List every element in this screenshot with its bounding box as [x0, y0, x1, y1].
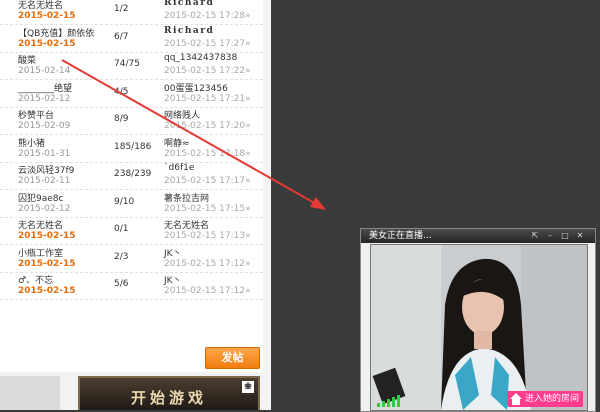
stream-person-image — [371, 245, 587, 410]
thread-title[interactable]: ♂、不忘 — [18, 273, 53, 286]
reply-count: 6/7 — [114, 31, 129, 42]
left-ad-strip — [0, 376, 60, 410]
minimize-icon[interactable]: – — [544, 229, 556, 243]
game-banner[interactable]: 开始游戏 ❀ — [78, 376, 260, 410]
thread-title[interactable]: 酸菜 — [18, 53, 36, 66]
thread-date: 2015-02-09 — [18, 121, 71, 131]
last-reply-user[interactable]: JK丶 — [164, 246, 182, 259]
reply-count: 238/239 — [114, 169, 152, 179]
last-reply-time[interactable]: 2015-02-15 17:27» — [164, 39, 251, 49]
last-reply-time[interactable]: 2015-02-15 17:13» — [164, 231, 251, 241]
last-reply-time[interactable]: 2015-02-15 17:22» — [164, 66, 251, 76]
thread-title[interactable]: 云淡风轻37f9 — [18, 163, 74, 176]
reply-count: 9/10 — [114, 196, 135, 207]
page-edge — [263, 0, 271, 410]
table-row[interactable]: ________绝望 2015-02-12 4/5 00蛋蛋123456 2015-02… — [0, 80, 263, 108]
post-button[interactable]: 发帖 — [205, 347, 260, 369]
last-reply-user[interactable]: `d6f1e — [164, 163, 194, 173]
thread-title[interactable]: 无名无姓名 — [18, 0, 63, 11]
enter-room-label: 进入她的房间 — [524, 394, 579, 404]
thread-date: 2015-01-31 — [18, 148, 71, 159]
table-row[interactable]: 无名无姓名 2015-02-15 1/2 Richard 2015-02-15 17:2… — [0, 0, 263, 25]
last-reply-user[interactable]: Richard — [164, 0, 214, 8]
last-reply-time[interactable]: 2015-02-15 17:20» — [164, 121, 251, 131]
reply-count: 0/1 — [114, 224, 129, 234]
last-reply-time[interactable]: 2015-02-15 17:12» — [164, 259, 251, 269]
last-reply-user[interactable]: qq_1342437838 — [164, 53, 237, 63]
thread-date: 2015-02-15 — [18, 231, 76, 241]
table-row[interactable]: 熊小猪 2015-01-31 185/186 啊静≈ 2015-02-15 17:18» — [0, 135, 263, 163]
close-icon[interactable]: ✕ — [574, 229, 586, 243]
thread-title[interactable]: 熊小猪 — [18, 136, 45, 149]
banner-text: 开始游戏 — [130, 389, 207, 407]
thread-title[interactable]: 囚犯9ae8c — [18, 191, 63, 204]
table-row[interactable]: 小瓶工作室 2015-02-15 2/3 JK丶 2015-02-15 17:12» — [0, 245, 263, 273]
thread-date: 2015-02-15 — [18, 38, 76, 49]
thread-date: 2015-02-15 — [18, 11, 76, 21]
thread-date: 2015-02-15 — [18, 286, 76, 296]
last-reply-time[interactable]: 2015-02-15 17:17» — [164, 176, 251, 186]
last-reply-time[interactable]: 2015-02-15 17:28» — [164, 11, 251, 21]
last-reply-time[interactable]: 2015-02-15 17:21» — [164, 94, 251, 104]
table-row[interactable]: 秒赞平台 2015-02-09 8/9 网络贱人 2015-02-15 17:20» — [0, 107, 263, 135]
table-row[interactable]: 囚犯9ae8c 2015-02-12 9/10 薯条拉吉网 2015-02-15 17:… — [0, 190, 263, 218]
last-reply-user[interactable]: 无名无姓名 — [164, 218, 209, 231]
popup-titlebar: 美女正在直播... ⇱ – □ ✕ — [361, 229, 595, 243]
reply-count: 1/2 — [114, 4, 129, 14]
reply-count: 5/6 — [114, 279, 129, 289]
last-reply-user[interactable]: Richard — [164, 26, 214, 36]
thread-date: 2015-02-15 — [18, 258, 76, 269]
live-stream-popup: 美女正在直播... ⇱ – □ ✕ 进入她的房间 — [360, 228, 596, 412]
reply-count: 185/186 — [114, 141, 152, 152]
thread-title[interactable]: ________绝望 — [18, 81, 72, 94]
table-row[interactable]: 无名无姓名 2015-02-15 0/1 无名无姓名 2015-02-15 17:13» — [0, 217, 263, 245]
reply-count: 74/75 — [114, 59, 140, 69]
last-reply-time[interactable]: 2015-02-15 17:12» — [164, 286, 251, 296]
thread-date: 2015-02-14 — [18, 66, 71, 76]
thread-title[interactable]: 秒赞平台 — [18, 108, 54, 121]
last-reply-user[interactable]: JK丶 — [164, 273, 182, 286]
paw-icon: ❀ — [242, 381, 254, 393]
last-reply-user[interactable]: 啊静≈ — [164, 136, 190, 149]
thread-date: 2015-02-12 — [18, 203, 71, 214]
popup-title: 美女正在直播... — [369, 231, 432, 241]
thread-title[interactable]: 无名无姓名 — [18, 218, 63, 231]
thread-date: 2015-02-12 — [18, 93, 71, 104]
signal-bars-icon — [377, 395, 400, 407]
reply-count: 8/9 — [114, 114, 129, 124]
thread-title[interactable]: 【QB充值】颜依依 — [18, 26, 94, 39]
last-reply-time[interactable]: 2015-02-15 17:15» — [164, 204, 251, 214]
last-reply-user[interactable]: 薯条拉吉网 — [164, 191, 209, 204]
table-row[interactable]: 酸菜 2015-02-14 74/75 qq_1342437838 2015-02-15… — [0, 52, 263, 80]
pin-icon[interactable]: ⇱ — [529, 229, 541, 243]
last-reply-time[interactable]: 2015-02-15 17:18» — [164, 149, 251, 159]
thread-date: 2015-02-11 — [18, 176, 71, 186]
home-icon — [509, 393, 522, 405]
last-reply-user[interactable]: 网络贱人 — [164, 108, 200, 121]
thread-title[interactable]: 小瓶工作室 — [18, 246, 63, 259]
table-row[interactable]: 云淡风轻37f9 2015-02-11 238/239 `d6f1e 2015-02-1… — [0, 162, 263, 190]
table-row[interactable]: 【QB充值】颜依依 2015-02-15 6/7 Richard 2015-02-15 … — [0, 25, 263, 53]
last-reply-user[interactable]: 00蛋蛋123456 — [164, 81, 228, 94]
arrow-head — [310, 197, 326, 210]
enter-room-button[interactable]: 进入她的房间 — [506, 391, 583, 407]
forum-thread-list: 无名无姓名 2015-02-15 1/2 Richard 2015-02-15 17:2… — [0, 0, 263, 410]
maximize-icon[interactable]: □ — [559, 229, 571, 243]
table-row[interactable]: ♂、不忘 2015-02-15 5/6 JK丶 2015-02-15 17:12» — [0, 272, 263, 300]
video-stream[interactable]: 进入她的房间 — [370, 244, 588, 411]
reply-count: 4/5 — [114, 86, 129, 97]
reply-count: 2/3 — [114, 251, 129, 262]
